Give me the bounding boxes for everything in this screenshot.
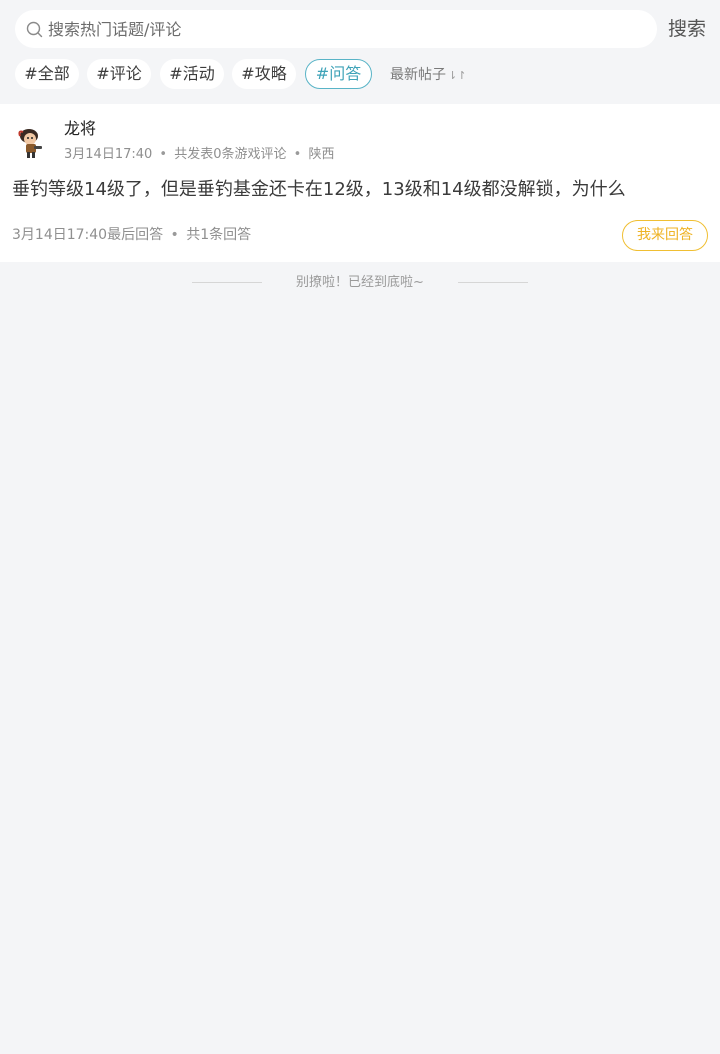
answer-count: 共1条回答 — [186, 227, 252, 243]
search-bar: 搜索 — [0, 0, 720, 58]
post-content[interactable]: 垂钓等级14级了，但是垂钓基金还卡在12级，13级和14级都没解锁，为什么 — [12, 176, 708, 204]
location: 陕西 — [308, 147, 335, 162]
post-time: 3月14日17:40 — [64, 147, 153, 162]
tag-guides[interactable]: #攻略 — [232, 59, 296, 89]
separator-dot: • — [170, 227, 179, 243]
tag-reviews[interactable]: #评论 — [87, 59, 151, 89]
page: 搜索 #全部 #评论 #活动 #攻略 #问答 最新帖子⇂↾ — [0, 0, 720, 1054]
tag-all[interactable]: #全部 — [15, 59, 79, 89]
tag-filter-bar: #全部 #评论 #活动 #攻略 #问答 最新帖子 ⇂↾ — [0, 58, 720, 98]
review-count: 共发表0条游戏评论 — [174, 147, 287, 162]
tag-qa[interactable]: #问答 — [305, 59, 372, 89]
post-meta: 3月14日17:40 • 共发表0条游戏评论 • 陕西 — [64, 146, 334, 164]
search-box[interactable] — [15, 10, 657, 48]
post-footer: 3月14日17:40最后回答 • 共1条回答 — [12, 225, 251, 245]
list-end-indicator: 别撩啦！已经到底啦~ — [0, 272, 720, 294]
sort-arrows-icon: ⇂↾ — [448, 69, 467, 82]
search-input[interactable] — [48, 10, 608, 48]
divider-right — [458, 282, 528, 283]
author-name[interactable]: 龙将 — [64, 118, 96, 140]
separator-dot: • — [293, 147, 302, 162]
avatar-image — [12, 122, 52, 162]
separator-dot: • — [159, 147, 168, 162]
post-card[interactable]: 龙将 3月14日17:40 • 共发表0条游戏评论 • 陕西 垂钓等级14级了，… — [0, 104, 720, 262]
search-icon — [26, 21, 43, 38]
avatar[interactable] — [12, 122, 52, 162]
sort-label: 最新帖子 — [390, 67, 446, 83]
sort-toggle[interactable]: 最新帖子 ⇂↾ — [390, 59, 466, 91]
list-end-text: 别撩啦！已经到底啦~ — [296, 275, 424, 290]
last-reply-time: 3月14日17:40最后回答 — [12, 227, 164, 243]
answer-button[interactable]: 我来回答 — [622, 220, 708, 251]
search-button[interactable]: 搜索 — [668, 16, 706, 42]
tag-events[interactable]: #活动 — [160, 59, 224, 89]
